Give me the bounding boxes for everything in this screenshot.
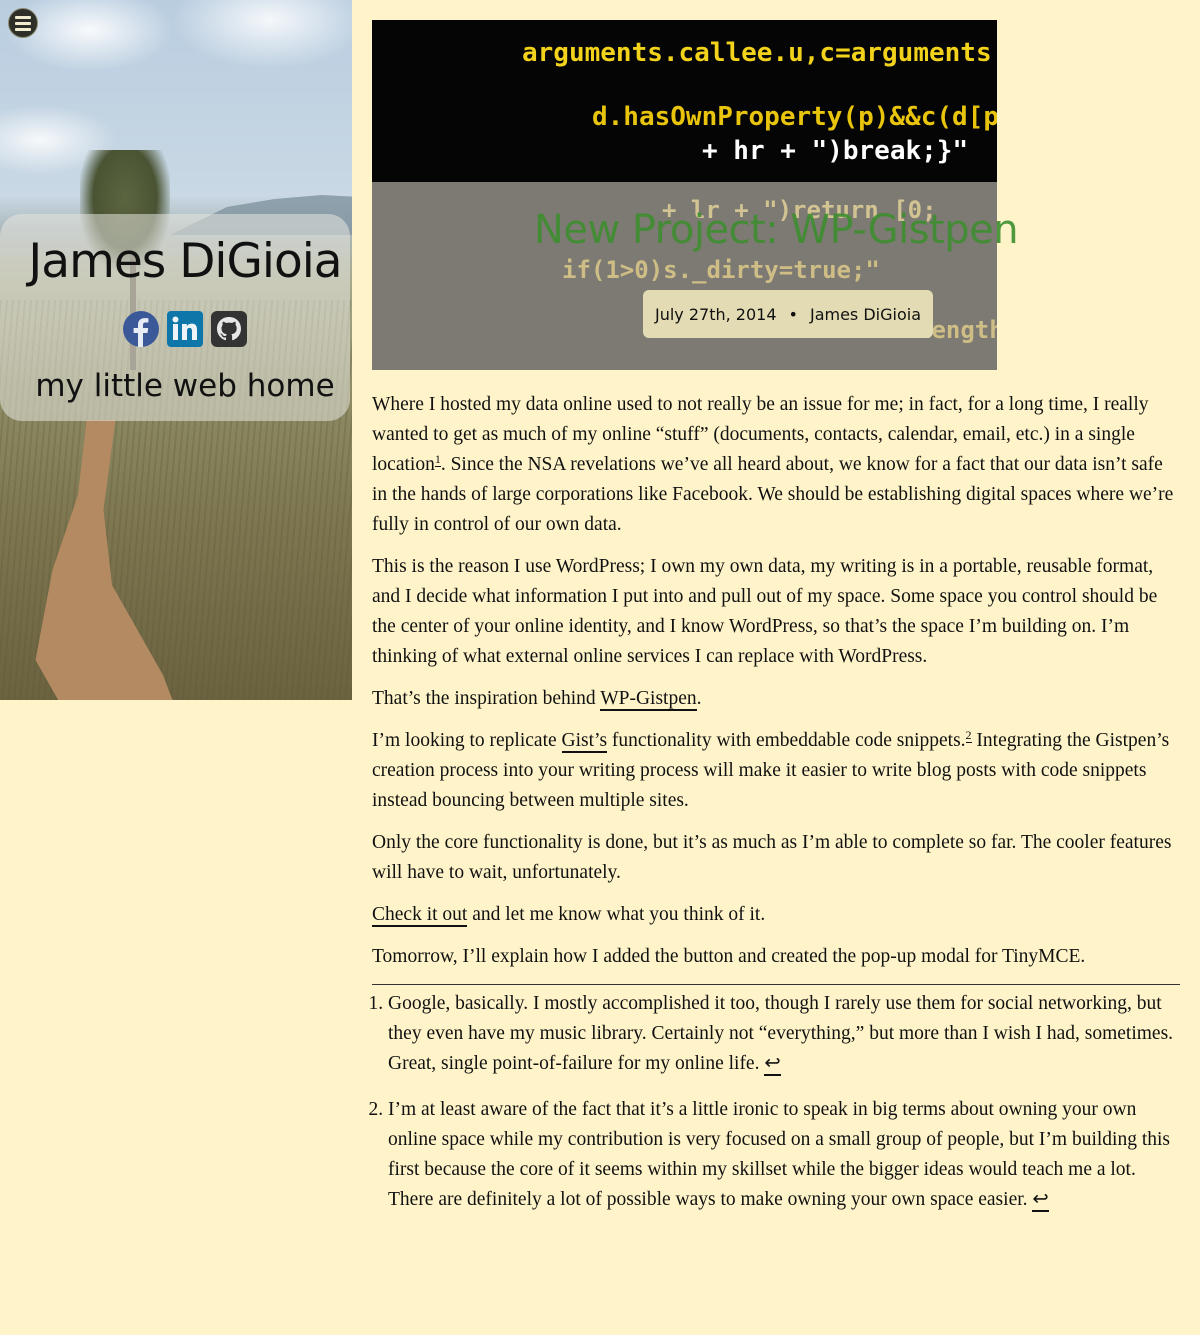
- paragraph: This is the reason I use WordPress; I ow…: [372, 556, 1158, 667]
- facebook-icon[interactable]: [123, 311, 159, 347]
- post-title[interactable]: New Project: WP-Gistpen: [372, 207, 1180, 253]
- hero-code-line: arguments.callee.u,c=arguments.: [522, 38, 997, 68]
- hero-code-line: d.hasOwnProperty(p)&&c(d[p].: [592, 102, 997, 132]
- post-date[interactable]: July 27th, 2014: [655, 305, 777, 324]
- gist-link[interactable]: Gist’s: [561, 730, 608, 753]
- text: .: [696, 688, 702, 709]
- post-author[interactable]: James DiGioia: [810, 305, 921, 324]
- text: functionality with embeddable code snipp…: [607, 730, 966, 751]
- menu-bar: [15, 27, 31, 31]
- sidebar: James DiGioia my little web home: [0, 0, 352, 700]
- meta-separator: •: [788, 304, 798, 324]
- post-header: arguments.callee.u,c=arguments. d.hasOwn…: [372, 20, 1180, 370]
- main-content: arguments.callee.u,c=arguments. d.hasOwn…: [372, 20, 1180, 1231]
- site-name[interactable]: James DiGioia: [0, 234, 350, 289]
- footnote-item: Google, basically. I mostly accomplished…: [388, 989, 1180, 1079]
- menu-bar: [15, 15, 31, 19]
- menu-bar: [15, 21, 31, 25]
- footnote-backref-icon[interactable]: ↩: [764, 1053, 781, 1076]
- text: . Since the NSA revelations we’ve all he…: [372, 454, 1174, 535]
- paragraph: Only the core functionality is done, but…: [372, 832, 1172, 883]
- paragraph: That’s the inspiration behind WP-Gistpen…: [372, 684, 1180, 714]
- paragraph: Where I hosted my data online used to no…: [372, 390, 1180, 540]
- text: and let me know what you think of it.: [467, 904, 766, 925]
- footnote-item: I’m at least aware of the fact that it’s…: [388, 1095, 1180, 1215]
- paragraph: Tomorrow, I’ll explain how I added the b…: [372, 946, 1086, 967]
- text: That’s the inspiration behind: [372, 688, 601, 709]
- footnote-backref-icon[interactable]: ↩: [1032, 1189, 1049, 1212]
- social-links: [0, 311, 350, 347]
- footnotes: Google, basically. I mostly accomplished…: [372, 984, 1180, 1215]
- hamburger-menu-icon[interactable]: [8, 8, 38, 38]
- paragraph: I’m looking to replicate Gist’s function…: [372, 726, 1180, 816]
- footnote-list: Google, basically. I mostly accomplished…: [372, 989, 1180, 1215]
- post-meta: July 27th, 2014 • James DiGioia: [643, 290, 933, 338]
- linkedin-icon[interactable]: [167, 311, 203, 347]
- github-icon[interactable]: [211, 311, 247, 347]
- site-tagline: my little web home: [35, 368, 335, 404]
- hero-code-line: + hr + ")break;}": [702, 136, 969, 166]
- identity-card: James DiGioia my little web home: [0, 214, 350, 421]
- check-it-out-link[interactable]: Check it out: [372, 904, 468, 927]
- footnote-text: I’m at least aware of the fact that it’s…: [388, 1099, 1171, 1210]
- post-body: Where I hosted my data online used to no…: [372, 390, 1180, 1215]
- text: I’m looking to replicate: [372, 730, 562, 751]
- paragraph: Check it out and let me know what you th…: [372, 900, 1180, 930]
- wp-gistpen-link[interactable]: WP-Gistpen: [600, 688, 697, 711]
